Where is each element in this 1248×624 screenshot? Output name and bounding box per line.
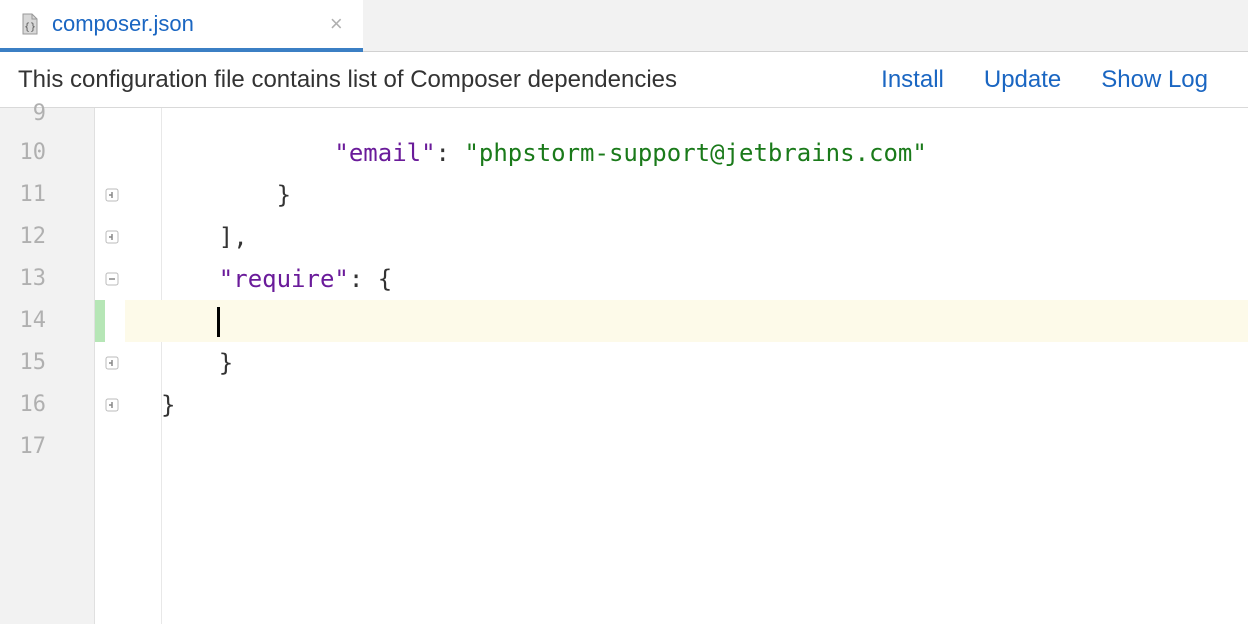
- line-number: 11: [0, 174, 94, 216]
- svg-text:{}: {}: [24, 22, 36, 33]
- line-number: 10: [0, 132, 94, 174]
- show-log-link[interactable]: Show Log: [1101, 66, 1208, 94]
- notification-message: This configuration file contains list of…: [18, 66, 881, 94]
- code-line[interactable]: [125, 426, 1248, 468]
- line-number: 12: [0, 216, 94, 258]
- file-tab[interactable]: {} composer.json ×: [0, 0, 363, 52]
- code-line[interactable]: }: [125, 342, 1248, 384]
- line-number: 16: [0, 384, 94, 426]
- code-area[interactable]: "name": "JetBrains", "email": "phpstorm-…: [125, 108, 1248, 624]
- code-line[interactable]: "name": "JetBrains",: [125, 108, 1248, 132]
- code-line[interactable]: "require": {: [125, 258, 1248, 300]
- text-cursor: [217, 307, 220, 337]
- line-number: 15: [0, 342, 94, 384]
- update-link[interactable]: Update: [984, 66, 1061, 94]
- line-number: 9: [0, 108, 94, 132]
- line-number: 17: [0, 426, 94, 468]
- tab-filename: composer.json: [52, 11, 194, 37]
- fold-gutter: [95, 108, 125, 624]
- tab-bar: {} composer.json ×: [0, 0, 1248, 52]
- install-link[interactable]: Install: [881, 66, 944, 94]
- fold-expand-icon[interactable]: [103, 396, 121, 414]
- line-number: 13: [0, 258, 94, 300]
- line-number: 14: [0, 300, 94, 342]
- code-line[interactable]: [125, 300, 1248, 342]
- notification-actions: Install Update Show Log: [881, 66, 1230, 94]
- code-line[interactable]: }: [125, 174, 1248, 216]
- change-marker: [95, 300, 105, 342]
- json-file-icon: {}: [18, 12, 42, 36]
- fold-expand-icon[interactable]: [103, 228, 121, 246]
- fold-collapse-icon[interactable]: [103, 270, 121, 288]
- notification-bar: This configuration file contains list of…: [0, 52, 1248, 108]
- line-number-gutter: 91011121314151617: [0, 108, 95, 624]
- code-line[interactable]: "email": "phpstorm-support@jetbrains.com…: [125, 132, 1248, 174]
- code-line[interactable]: ],: [125, 216, 1248, 258]
- code-line[interactable]: }: [125, 384, 1248, 426]
- fold-expand-icon[interactable]: [103, 186, 121, 204]
- fold-expand-icon[interactable]: [103, 354, 121, 372]
- code-editor[interactable]: 91011121314151617 "name": "JetBrains", "…: [0, 108, 1248, 624]
- close-tab-icon[interactable]: ×: [324, 11, 349, 37]
